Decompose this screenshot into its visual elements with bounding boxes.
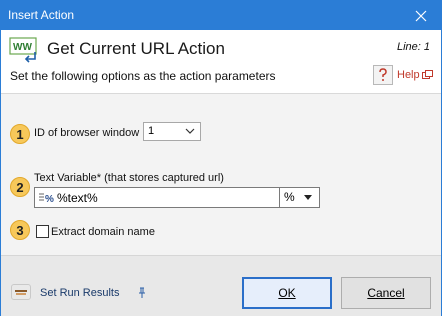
action-header: WW Get Current URL Action Line: 1 Set th… <box>1 30 441 93</box>
cancel-button[interactable]: Cancel <box>341 277 431 309</box>
help-question-icon <box>379 68 387 81</box>
external-window-icon[interactable] <box>422 70 433 80</box>
svg-text:WW: WW <box>13 42 32 53</box>
variable-menu-button[interactable]: % <box>284 190 295 204</box>
line-number: Line: 1 <box>396 41 430 53</box>
title-bar: Insert Action <box>1 1 441 30</box>
browser-window-value: 1 <box>148 125 155 137</box>
step-badge-2: 2 <box>10 177 30 197</box>
www-icon: WW <box>9 37 37 63</box>
set-run-results-link[interactable]: Set Run Results <box>40 287 119 299</box>
help-link[interactable]: Help <box>397 69 420 81</box>
field-divider <box>279 188 280 207</box>
browser-window-label: ID of browser window <box>34 127 140 139</box>
text-variable-field: % % <box>34 187 320 208</box>
run-results-icon[interactable] <box>11 284 31 300</box>
chevron-down-icon <box>185 128 195 134</box>
pin-icon[interactable] <box>138 287 146 299</box>
window-title: Insert Action <box>8 8 75 22</box>
extract-domain-checkbox[interactable] <box>36 225 49 238</box>
ok-button[interactable]: OK <box>242 277 332 309</box>
text-variable-input[interactable] <box>57 190 277 205</box>
step-badge-3: 3 <box>10 220 30 240</box>
close-icon <box>415 10 427 21</box>
action-title: Get Current URL Action <box>47 39 225 58</box>
step-badge-1: 1 <box>10 124 30 144</box>
help-button[interactable] <box>373 65 393 85</box>
close-button[interactable] <box>401 1 441 30</box>
action-subtitle: Set the following options as the action … <box>10 69 276 83</box>
extract-domain-label: Extract domain name <box>51 226 155 238</box>
caret-down-icon[interactable] <box>304 195 312 200</box>
text-variable-label: Text Variable* (that stores captured url… <box>34 172 224 184</box>
text-variable-icon: % <box>39 193 54 203</box>
insert-action-dialog: Insert Action WW Get Current URL Action … <box>0 0 442 316</box>
browser-window-select[interactable]: 1 <box>143 122 201 141</box>
svg-text:%: % <box>45 194 54 203</box>
